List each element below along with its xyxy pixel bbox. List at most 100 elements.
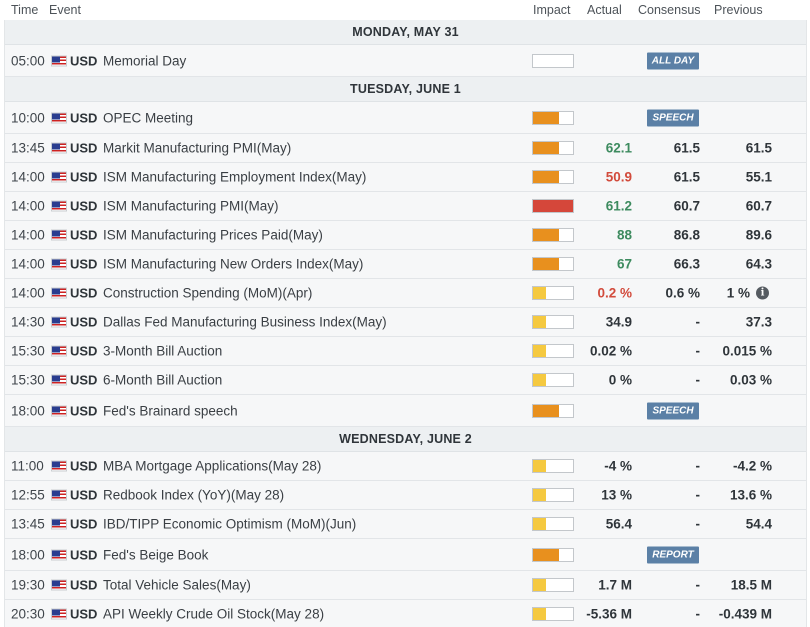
- consensus-value: -: [695, 577, 701, 593]
- flag-canton: [52, 406, 60, 412]
- impact-fill: [533, 460, 547, 472]
- actual-value: 61.2: [605, 198, 632, 214]
- impact-fill: [533, 171, 560, 183]
- event-name[interactable]: 6-Month Bill Auction: [103, 373, 222, 388]
- consensus-value: 66.3: [673, 256, 700, 272]
- previous-value: 0.03 %: [729, 372, 772, 388]
- event-time: 05:00: [11, 53, 45, 68]
- event-name[interactable]: Total Vehicle Sales(May): [103, 578, 251, 593]
- event-name[interactable]: IBD/TIPP Economic Optimism (MoM)(Jun): [103, 517, 356, 532]
- actual-value: 0.02 %: [589, 343, 632, 359]
- actual-value: 34.9: [605, 314, 632, 330]
- event-name[interactable]: Redbook Index (YoY)(May 28): [103, 488, 284, 503]
- event-time: 10:00: [11, 110, 45, 125]
- us-flag-icon: [51, 200, 67, 212]
- event-row[interactable]: 15:30 USD 6-Month Bill Auction 0 % - 0.03 %: [5, 366, 806, 395]
- event-time: 15:30: [11, 372, 45, 388]
- actual-value: -4 %: [604, 458, 632, 474]
- event-name[interactable]: OPEC Meeting: [103, 110, 193, 125]
- flag-canton: [52, 113, 60, 119]
- us-flag-icon: [51, 579, 67, 591]
- event-name[interactable]: Fed's Beige Book: [103, 547, 208, 562]
- event-row[interactable]: 14:00 USD ISM Manufacturing New Orders Ind…: [5, 250, 806, 279]
- event-row[interactable]: 14:00 USD ISM Manufacturing Employment Ind…: [5, 163, 806, 192]
- event-row[interactable]: 10:00 USD OPEC Meeting SPEECH: [5, 102, 806, 134]
- currency-code: USD: [70, 110, 98, 125]
- us-flag-icon: [51, 229, 67, 241]
- impact-fill: [533, 229, 560, 241]
- event-row[interactable]: 12:55 USD Redbook Index (YoY)(May 28) 13 % -…: [5, 481, 806, 510]
- event-row[interactable]: 14:00 USD ISM Manufacturing PMI(May) 61.2 60…: [5, 192, 806, 221]
- header-event: Event: [49, 3, 81, 17]
- flag-canton: [52, 375, 60, 382]
- flag-canton: [52, 201, 60, 208]
- previous-value: 13.6 %: [729, 487, 772, 503]
- currency-code: USD: [70, 372, 98, 388]
- event-row[interactable]: 11:00 USD MBA Mortgage Applications(May 28…: [5, 452, 806, 481]
- consensus-value: -: [695, 372, 701, 388]
- previous-value: 64.3: [745, 256, 772, 272]
- event-row[interactable]: 18:00 USD Fed's Beige Book REPORT: [5, 539, 806, 571]
- currency-code: USD: [70, 577, 98, 593]
- event-row[interactable]: 14:00 USD ISM Manufacturing Prices Paid(Ma…: [5, 221, 806, 250]
- event-row[interactable]: 13:45 USD IBD/TIPP Economic Optimism (MoM)…: [5, 510, 806, 539]
- previous-value: 0.015 %: [722, 343, 772, 359]
- impact-fill: [533, 287, 547, 299]
- flag-canton: [52, 609, 60, 616]
- day-header: TUESDAY, JUNE 1: [5, 77, 806, 102]
- impact-bar: [532, 373, 574, 387]
- actual-value: -5.36 M: [586, 606, 632, 622]
- event-row[interactable]: 14:30 USD Dallas Fed Manufacturing Busines…: [5, 308, 806, 337]
- flag-canton: [52, 288, 60, 295]
- event-name[interactable]: ISM Manufacturing PMI(May): [103, 199, 279, 214]
- event-row[interactable]: 05:00 USD Memorial Day ALL DAY: [5, 45, 806, 77]
- event-name[interactable]: ISM Manufacturing New Orders Index(May): [103, 257, 363, 272]
- us-flag-icon: [51, 287, 67, 299]
- event-time: 20:30: [11, 606, 45, 622]
- impact-fill: [533, 345, 547, 357]
- previous-value: 1 %: [726, 285, 750, 301]
- event-row[interactable]: 13:45 USD Markit Manufacturing PMI(May) 62.…: [5, 134, 806, 163]
- currency-code: USD: [70, 458, 98, 474]
- flag-canton: [52, 461, 60, 468]
- currency-code: USD: [70, 403, 98, 418]
- event-time: 18:00: [11, 547, 45, 562]
- us-flag-icon: [51, 549, 67, 560]
- impact-bar: [532, 53, 574, 68]
- event-name[interactable]: Memorial Day: [103, 53, 186, 68]
- event-time: 18:00: [11, 403, 45, 418]
- event-name[interactable]: Fed's Brainard speech: [103, 403, 238, 418]
- event-name[interactable]: ISM Manufacturing Employment Index(May): [103, 170, 366, 185]
- event-name[interactable]: Markit Manufacturing PMI(May): [103, 141, 291, 156]
- event-row[interactable]: 15:30 USD 3-Month Bill Auction 0.02 % - 0.015…: [5, 337, 806, 366]
- event-time: 14:30: [11, 314, 45, 330]
- event-name[interactable]: 3-Month Bill Auction: [103, 344, 222, 359]
- event-name[interactable]: ISM Manufacturing Prices Paid(May): [103, 228, 323, 243]
- event-name[interactable]: API Weekly Crude Oil Stock(May 28): [103, 607, 324, 622]
- event-row[interactable]: 14:00 USD Construction Spending (MoM)(Apr)…: [5, 279, 806, 308]
- event-row[interactable]: 18:00 USD Fed's Brainard speech SPEECH: [5, 395, 806, 427]
- consensus-value: -: [695, 458, 701, 474]
- event-name[interactable]: Construction Spending (MoM)(Apr): [103, 286, 312, 301]
- impact-fill: [533, 608, 547, 620]
- impact-bar: [532, 488, 574, 502]
- event-row[interactable]: 20:30 USD API Weekly Crude Oil Stock(May 2…: [5, 600, 806, 627]
- event-row[interactable]: 19:30 USD Total Vehicle Sales(May) 1.7 M - 18…: [5, 571, 806, 600]
- consensus-value: 61.5: [673, 169, 700, 185]
- consensus-value: 86.8: [673, 227, 700, 243]
- event-time: 14:00: [11, 285, 45, 301]
- event-name[interactable]: MBA Mortgage Applications(May 28): [103, 459, 321, 474]
- consensus-value: -: [695, 343, 701, 359]
- impact-fill: [533, 518, 547, 530]
- us-flag-icon: [51, 489, 67, 501]
- currency-code: USD: [70, 53, 98, 68]
- event-name[interactable]: Dallas Fed Manufacturing Business Index(…: [103, 315, 387, 330]
- actual-value: 0.2 %: [597, 285, 632, 301]
- currency-code: USD: [70, 516, 98, 532]
- event-time: 13:45: [11, 516, 45, 532]
- actual-value: 0 %: [608, 372, 632, 388]
- impact-fill: [533, 111, 560, 124]
- header-time: Time: [11, 3, 39, 17]
- info-icon[interactable]: i: [756, 286, 769, 300]
- column-header: Time Event Impact Actual Consensus Previ…: [0, 0, 810, 20]
